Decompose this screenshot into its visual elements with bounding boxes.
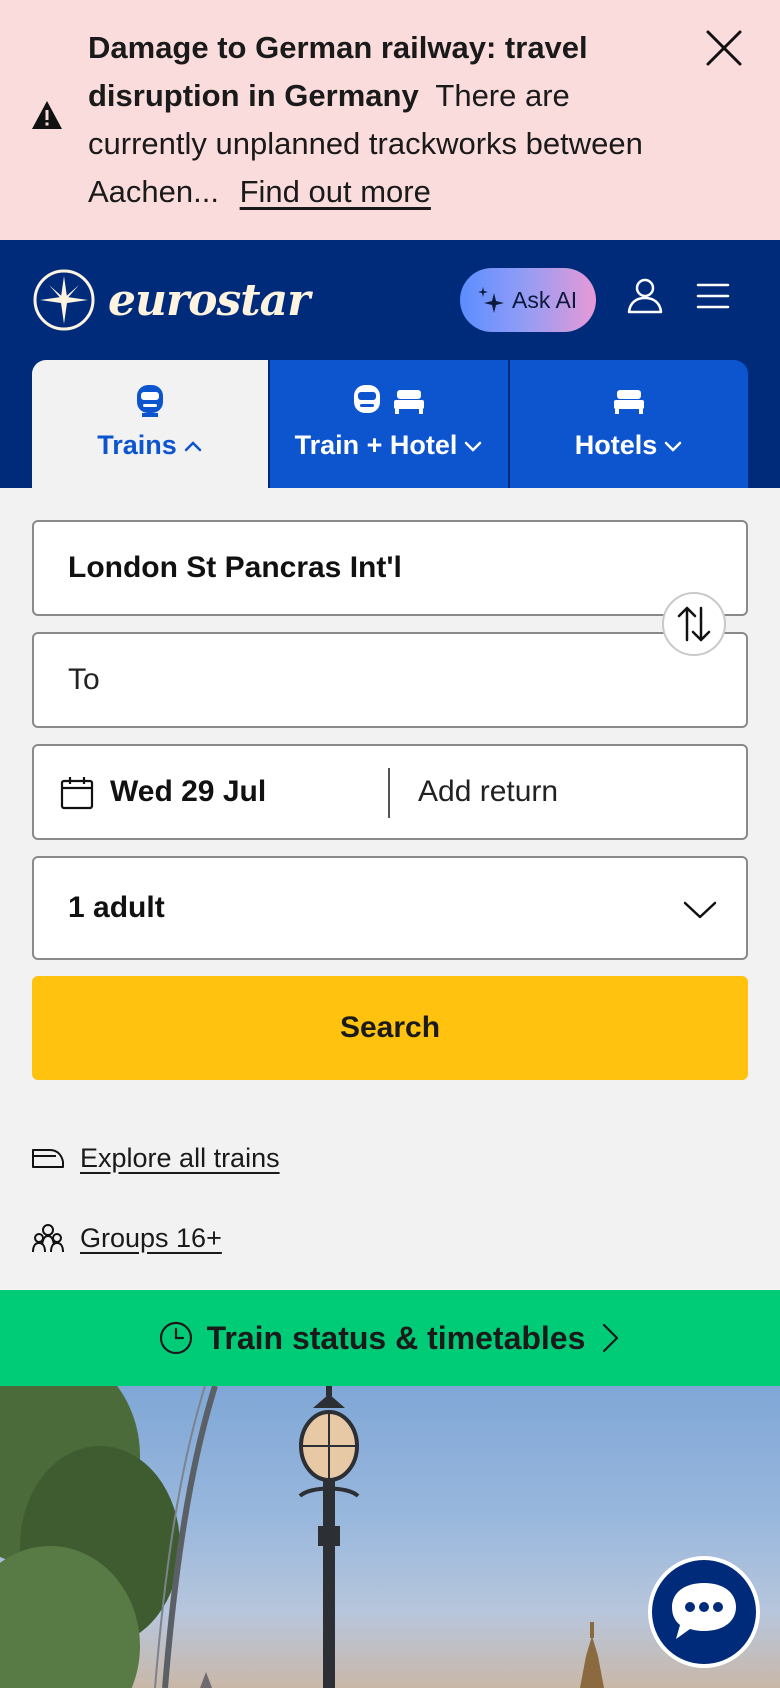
train-status-label: Train status & timetables	[206, 1319, 586, 1356]
ask-ai-label: Ask AI	[512, 286, 578, 313]
find-out-more-link[interactable]: Find out more	[240, 174, 431, 209]
group-icon	[32, 1224, 64, 1253]
date-divider	[388, 768, 390, 818]
tab-hotels-label: Hotels	[574, 430, 658, 460]
passengers-select[interactable]: 1 adult	[32, 856, 748, 960]
search-button[interactable]: Search	[32, 976, 748, 1080]
tab-train-hotel[interactable]: Train + Hotel	[270, 360, 508, 488]
tab-trains-label: Trains	[97, 430, 177, 460]
swap-stations-button[interactable]	[662, 592, 726, 656]
chevron-down-icon	[465, 441, 482, 452]
chevron-down-icon	[683, 901, 717, 919]
bed-icon	[614, 390, 644, 414]
swap-arrows-icon	[677, 606, 711, 642]
clock-icon	[159, 1321, 192, 1355]
tab-hotels[interactable]: Hotels	[510, 360, 748, 488]
groups-label: Groups 16+	[80, 1222, 222, 1253]
tab-train-hotel-label: Train + Hotel	[294, 430, 458, 460]
train-icon	[354, 385, 380, 413]
sparkle-icon	[478, 287, 504, 313]
user-icon[interactable]	[626, 276, 664, 314]
close-icon[interactable]	[700, 24, 748, 72]
train-icon	[137, 385, 163, 417]
add-return-button[interactable]: Add return	[418, 746, 558, 838]
chevron-up-icon	[184, 440, 202, 451]
destination-placeholder: To	[68, 663, 100, 696]
site-header: eurostar Ask AI Trains Train + Hotel Hot…	[0, 240, 780, 488]
date-field[interactable]: Wed 29 Jul Add return	[32, 744, 748, 840]
depart-date[interactable]: Wed 29 Jul	[110, 746, 266, 838]
explore-all-trains-label: Explore all trains	[80, 1142, 280, 1173]
tab-trains[interactable]: Trains	[32, 360, 268, 488]
star-logo-icon	[33, 269, 95, 331]
eurostar-logo[interactable]: eurostar	[32, 268, 310, 332]
brand-name: eurostar	[108, 274, 310, 326]
passengers-value: 1 adult	[68, 891, 165, 924]
groups-link[interactable]: Groups 16+	[32, 1218, 222, 1258]
chat-bubble-icon	[672, 1583, 736, 1639]
bed-icon	[394, 390, 424, 414]
origin-value: London St Pancras Int'l	[68, 551, 402, 584]
ask-ai-button[interactable]: Ask AI	[460, 268, 596, 332]
chevron-right-icon	[603, 1323, 619, 1353]
explore-all-trains-link[interactable]: Explore all trains	[32, 1138, 280, 1178]
hamburger-menu-icon[interactable]	[696, 280, 730, 312]
calendar-icon	[60, 777, 94, 810]
train-outline-icon	[32, 1149, 64, 1168]
chevron-down-icon	[665, 441, 682, 452]
warning-icon	[32, 101, 62, 129]
destination-field[interactable]: To	[32, 632, 748, 728]
alert-text: Damage to German railway: travel disrupt…	[88, 24, 688, 216]
chat-button[interactable]	[648, 1556, 760, 1668]
train-status-bar[interactable]: Train status & timetables	[0, 1290, 780, 1386]
disruption-alert: Damage to German railway: travel disrupt…	[0, 0, 780, 240]
origin-field[interactable]: London St Pancras Int'l	[32, 520, 748, 616]
